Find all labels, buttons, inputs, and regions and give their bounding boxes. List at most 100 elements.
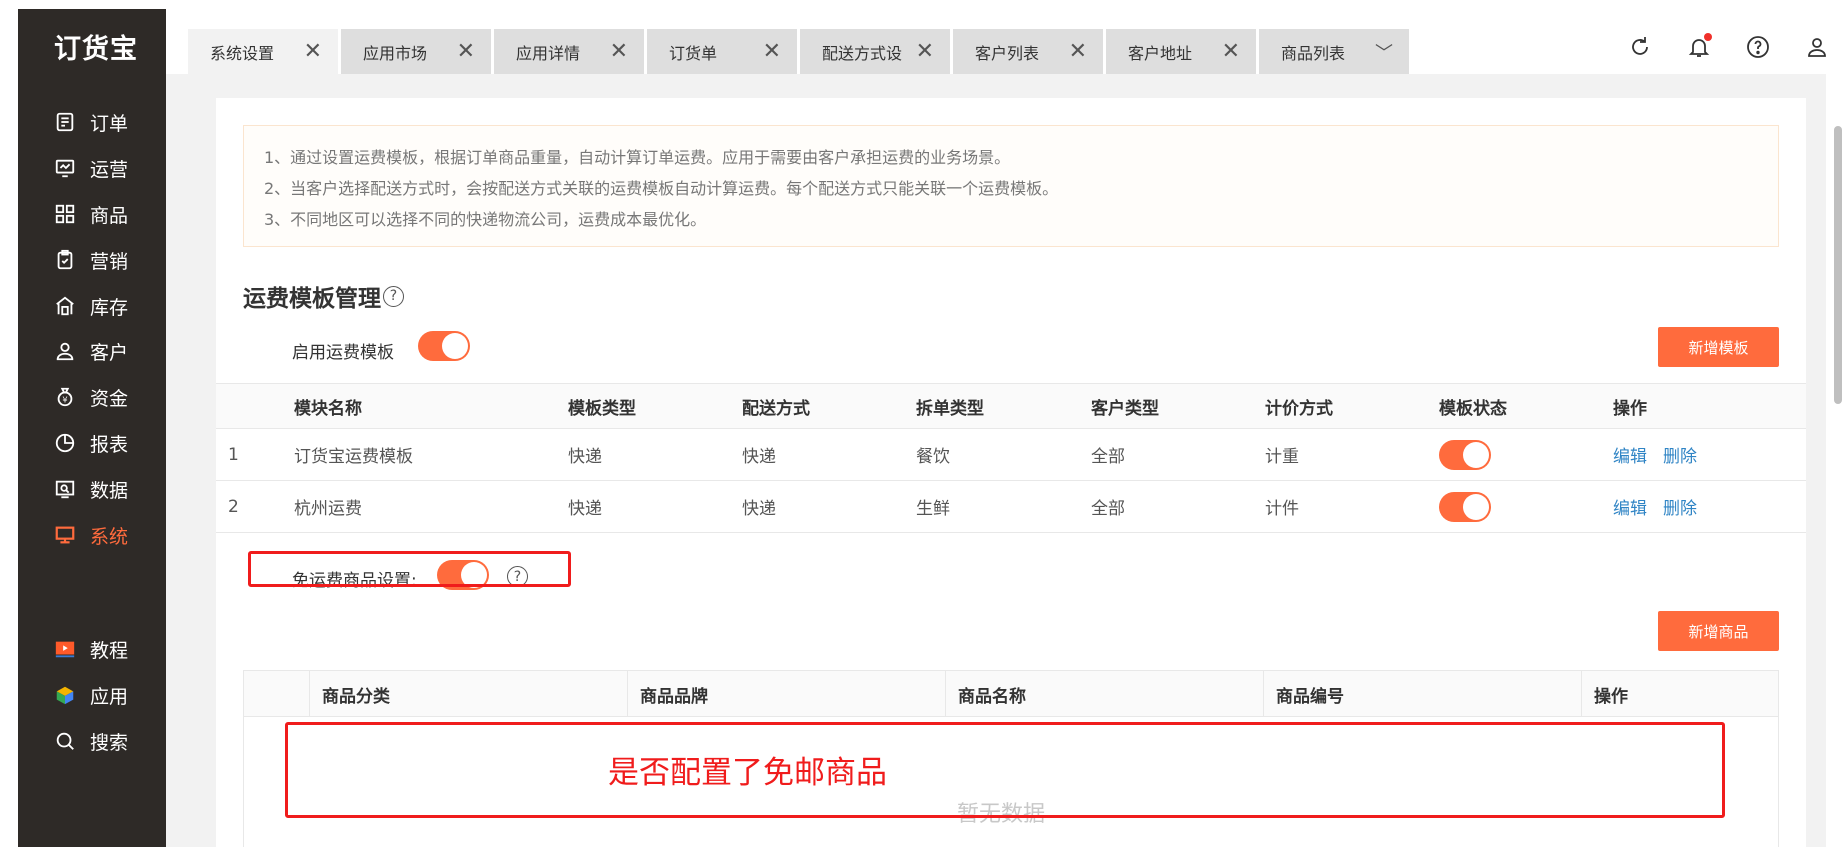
sidebar-item-products[interactable]: 商品 bbox=[18, 192, 166, 236]
column-header: 商品名称 bbox=[945, 671, 1263, 717]
pricing-method: 计重 bbox=[1265, 447, 1299, 467]
sidebar-item-inventory[interactable]: 库存 bbox=[18, 284, 166, 328]
sidebar-item-reports[interactable]: 报表 bbox=[18, 421, 166, 465]
column-header: 计价方式 bbox=[1265, 398, 1333, 419]
column-header: 商品编号 bbox=[1263, 671, 1581, 717]
table-header: 商品分类 商品品牌 商品名称 商品编号 操作 bbox=[244, 671, 1778, 717]
delete-link[interactable]: 删除 bbox=[1663, 442, 1697, 467]
marketing-icon bbox=[54, 249, 76, 271]
row-actions: 编辑 删除 bbox=[1613, 429, 1713, 480]
notice-line: 2、当客户选择配送方式时，会按配送方式关联的运费模板自动计算运费。每个配送方式只… bbox=[264, 179, 1059, 198]
sidebar-item-label: 搜索 bbox=[90, 731, 129, 754]
column-header: 配送方式 bbox=[742, 398, 810, 419]
sidebar-item-marketing[interactable]: 营销 bbox=[18, 238, 166, 282]
sidebar-item-search[interactable]: 搜索 bbox=[18, 719, 166, 763]
scrollbar-thumb[interactable] bbox=[1834, 126, 1842, 404]
column-header: 模板类型 bbox=[568, 398, 636, 419]
toggle-knob bbox=[1463, 441, 1489, 468]
sidebar-item-label: 营销 bbox=[90, 250, 129, 273]
bell-icon[interactable] bbox=[1669, 27, 1728, 67]
close-icon[interactable]: ✕ bbox=[304, 39, 322, 64]
sidebar-item-system[interactable]: 系统 bbox=[18, 513, 166, 557]
search-icon bbox=[54, 730, 76, 752]
delete-link[interactable]: 删除 bbox=[1663, 494, 1697, 519]
tab-delivery-method[interactable]: 配送方式设 ✕ bbox=[800, 29, 950, 74]
tab-order-list[interactable]: 订货单 ✕ bbox=[647, 29, 797, 74]
sidebar-item-customers[interactable]: 客户 bbox=[18, 329, 166, 373]
table-row: 1 订货宝运费模板 快递 快递 餐饮 全部 计重 编辑 删除 bbox=[216, 429, 1806, 481]
help-icon[interactable] bbox=[1728, 27, 1787, 67]
template-type: 快递 bbox=[568, 447, 602, 467]
tab-system-settings[interactable]: 系统设置 ✕ bbox=[188, 29, 338, 74]
sidebar-item-data[interactable]: 数据 bbox=[18, 467, 166, 511]
tab-label: 客户地址 bbox=[1128, 43, 1193, 63]
close-icon[interactable]: ✕ bbox=[610, 39, 628, 64]
sidebar-item-label: 资金 bbox=[90, 387, 129, 410]
tab-customer-address[interactable]: 客户地址 ✕ bbox=[1106, 29, 1256, 74]
table-header: 模块名称 模板类型 配送方式 拆单类型 客户类型 计价方式 模板状态 操作 bbox=[216, 383, 1806, 429]
enable-template-toggle[interactable] bbox=[418, 331, 470, 361]
close-icon[interactable]: ✕ bbox=[916, 39, 934, 64]
row-index: 2 bbox=[228, 496, 239, 517]
customer-type: 全部 bbox=[1091, 447, 1125, 467]
sidebar-item-label: 系统 bbox=[90, 525, 129, 548]
tutorial-icon bbox=[54, 638, 76, 660]
sidebar-item-orders[interactable]: 订单 bbox=[18, 100, 166, 144]
top-bar: 系统设置 ✕ 应用市场 ✕ 应用详情 ✕ 订货单 ✕ 配送方式设 ✕ 客户列表 … bbox=[166, 9, 1846, 74]
tab-product-list[interactable]: 商品列表 ﹀ bbox=[1259, 29, 1409, 74]
top-icons bbox=[1610, 27, 1846, 67]
notification-dot bbox=[1704, 33, 1712, 41]
column-header: 拆单类型 bbox=[916, 398, 984, 419]
column-header: 操作 bbox=[1613, 398, 1647, 419]
sidebar-item-label: 报表 bbox=[90, 433, 129, 456]
tab-app-market[interactable]: 应用市场 ✕ bbox=[341, 29, 491, 74]
tab-app-detail[interactable]: 应用详情 ✕ bbox=[494, 29, 644, 74]
sidebar-item-funds[interactable]: ¥ 资金 bbox=[18, 375, 166, 419]
close-icon[interactable]: ✕ bbox=[457, 39, 475, 64]
column-header: 操作 bbox=[1581, 671, 1778, 717]
add-product-button[interactable]: 新增商品 bbox=[1658, 611, 1779, 651]
template-status bbox=[1439, 481, 1491, 532]
system-icon bbox=[54, 524, 76, 546]
template-table: 模块名称 模板类型 配送方式 拆单类型 客户类型 计价方式 模板状态 操作 1 … bbox=[216, 383, 1806, 533]
refresh-icon[interactable] bbox=[1610, 27, 1669, 67]
funds-icon: ¥ bbox=[54, 386, 76, 408]
split-type: 生鲜 bbox=[916, 499, 950, 519]
delivery-method: 快递 bbox=[742, 499, 776, 519]
column-header: 客户类型 bbox=[1091, 398, 1159, 419]
edit-link[interactable]: 编辑 bbox=[1613, 494, 1647, 519]
sidebar-item-apps[interactable]: 应用 bbox=[18, 673, 166, 717]
section-title: 运费模板管理 ? bbox=[243, 279, 404, 313]
sidebar-item-label: 数据 bbox=[90, 479, 129, 502]
operation-icon bbox=[54, 157, 76, 179]
scrollbar[interactable] bbox=[1826, 74, 1846, 847]
sidebar-item-operations[interactable]: 运营 bbox=[18, 146, 166, 190]
close-icon[interactable]: ✕ bbox=[1069, 39, 1087, 64]
split-type: 餐饮 bbox=[916, 447, 950, 467]
sidebar-item-label: 商品 bbox=[90, 204, 129, 227]
chevron-down-icon[interactable]: ﹀ bbox=[1375, 39, 1393, 65]
close-icon[interactable]: ✕ bbox=[763, 39, 781, 64]
app-logo: 订货宝 bbox=[54, 34, 138, 65]
apps-icon bbox=[54, 684, 76, 706]
customer-type: 全部 bbox=[1091, 499, 1125, 519]
template-status bbox=[1439, 429, 1491, 480]
sidebar-item-label: 教程 bbox=[90, 639, 129, 662]
template-name: 订货宝运费模板 bbox=[294, 447, 413, 467]
report-icon bbox=[54, 432, 76, 454]
sidebar-item-tutorial[interactable]: 教程 bbox=[18, 627, 166, 671]
data-icon bbox=[54, 478, 76, 500]
edit-link[interactable]: 编辑 bbox=[1613, 442, 1647, 467]
user-icon[interactable] bbox=[1787, 27, 1846, 67]
template-status-toggle[interactable] bbox=[1439, 491, 1491, 522]
sidebar: 订货宝 订单 运营 商品 营销 库存 客户 ¥ 资金 报表 数据 系统 教程 应… bbox=[18, 9, 166, 847]
toggle-knob bbox=[442, 333, 468, 359]
annotation-box bbox=[248, 551, 571, 587]
pricing-method: 计件 bbox=[1265, 499, 1299, 519]
help-icon[interactable]: ? bbox=[383, 285, 404, 307]
tab-label: 客户列表 bbox=[975, 43, 1040, 63]
tab-customer-list[interactable]: 客户列表 ✕ bbox=[953, 29, 1103, 74]
template-status-toggle[interactable] bbox=[1439, 439, 1491, 470]
close-icon[interactable]: ✕ bbox=[1222, 39, 1240, 64]
add-template-button[interactable]: 新增模板 bbox=[1658, 327, 1779, 367]
